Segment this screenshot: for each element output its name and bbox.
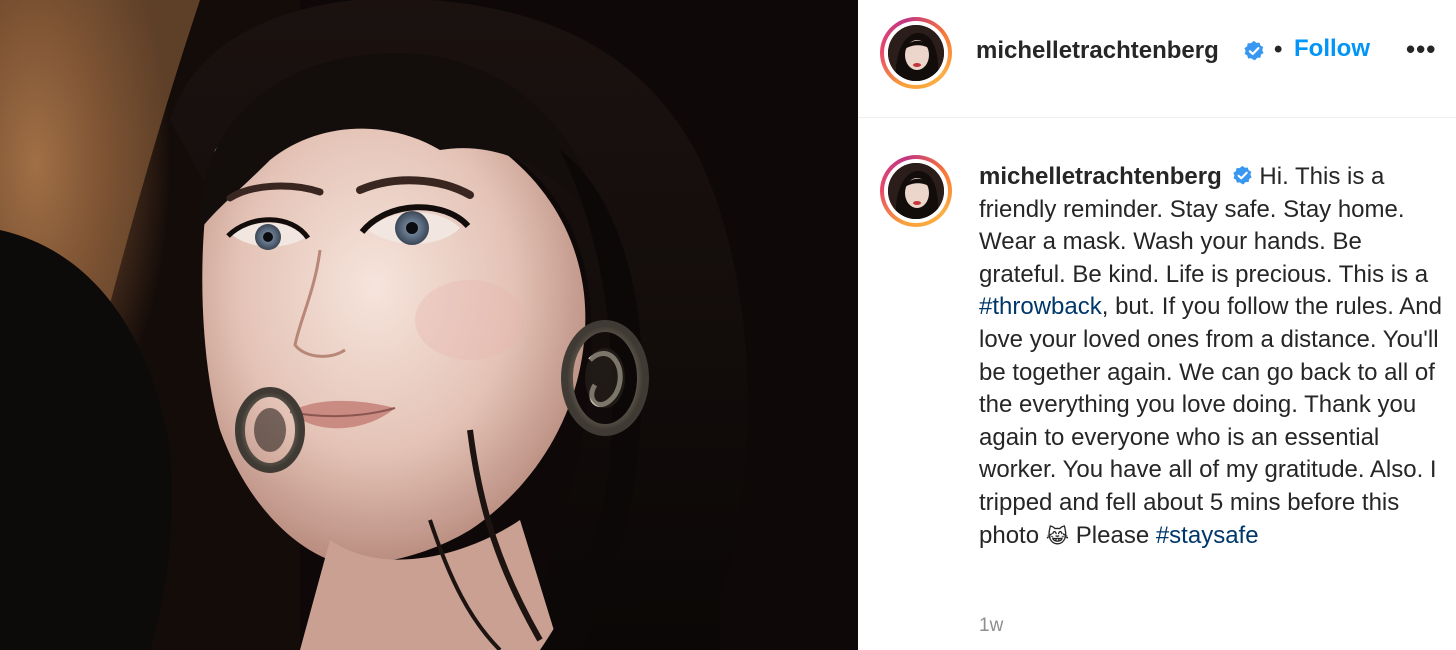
crying-laughing-cat-emoji: 😹 xyxy=(1045,523,1070,548)
hashtag-staysafe[interactable]: #staysafe xyxy=(1156,522,1259,549)
caption-avatar[interactable] xyxy=(880,155,952,227)
verified-badge-icon xyxy=(1233,165,1253,185)
avatar-image xyxy=(888,163,944,219)
author-avatar[interactable] xyxy=(880,17,952,89)
post-header: michelletrachtenberg • Follow ••• xyxy=(858,0,1456,118)
author-username[interactable]: michelletrachtenberg xyxy=(976,37,1219,65)
post-timestamp[interactable]: 1w xyxy=(979,615,1003,637)
follow-button[interactable]: Follow xyxy=(1294,35,1370,63)
hashtag-throwback[interactable]: #throwback xyxy=(979,293,1102,320)
post-sidebar: michelletrachtenberg • Follow ••• michel… xyxy=(858,0,1456,650)
caption-text: Please xyxy=(1069,521,1156,549)
portrait-image xyxy=(0,0,858,650)
post-photo[interactable] xyxy=(0,0,858,650)
caption-username[interactable]: michelletrachtenberg xyxy=(979,163,1222,190)
avatar-image xyxy=(888,25,944,81)
separator-dot: • xyxy=(1274,36,1283,63)
caption-text: , but. If you follow the rules. And love… xyxy=(979,293,1442,549)
verified-badge-icon xyxy=(1244,40,1264,61)
post-caption: michelletrachtenberg Hi. This is a frien… xyxy=(979,161,1447,552)
more-options-icon[interactable]: ••• xyxy=(1406,34,1436,64)
